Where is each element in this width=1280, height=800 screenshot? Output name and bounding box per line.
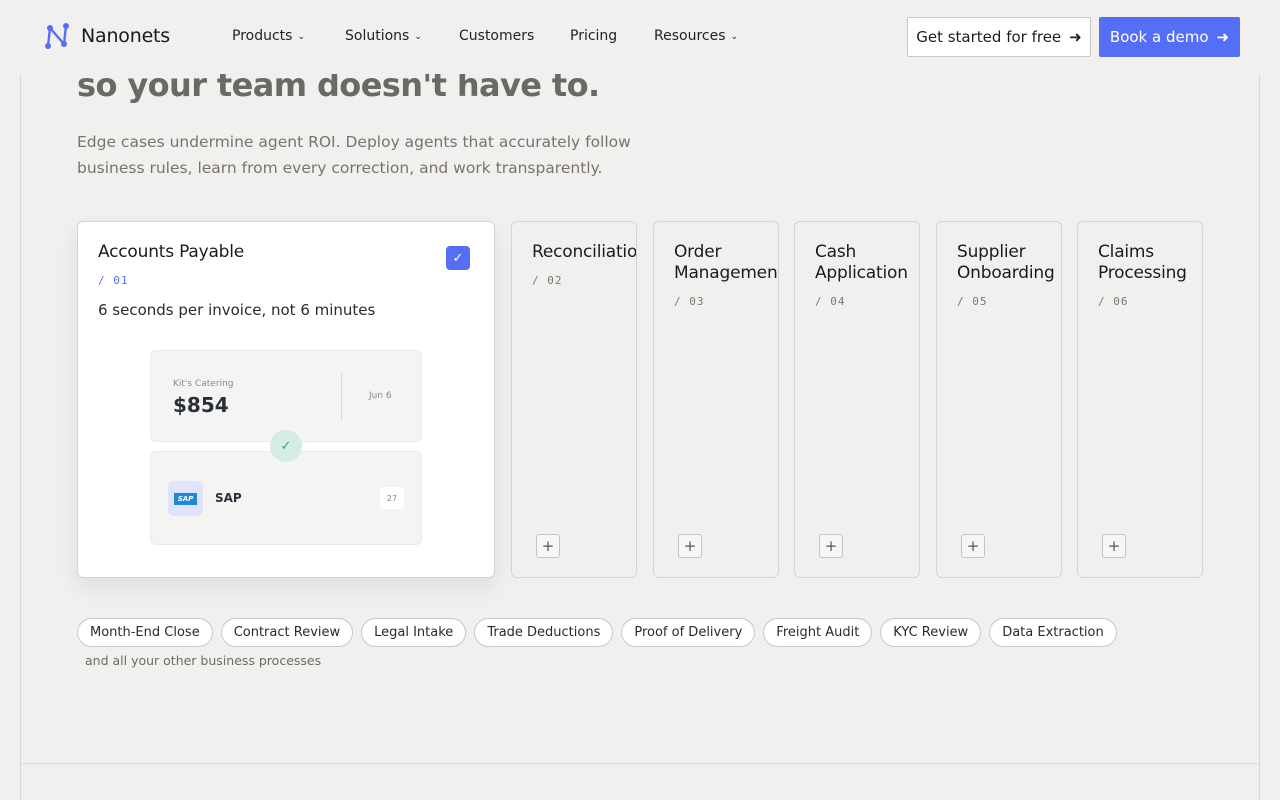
card-title: Cash Application — [815, 242, 908, 284]
arrow-right-icon: ➜ — [1069, 28, 1082, 46]
plus-icon[interactable]: + — [819, 534, 843, 558]
tag-trade-deductions[interactable]: Trade Deductions — [474, 618, 614, 647]
erp-label: SAP — [215, 491, 242, 505]
card-title: Order Management — [674, 242, 779, 284]
erp-sync: SAP SAP 27 — [150, 451, 422, 545]
card-title-line-2: Onboarding — [957, 263, 1055, 283]
plus-icon[interactable]: + — [678, 534, 702, 558]
hero-description: Edge cases undermine agent ROI. Deploy a… — [77, 133, 631, 177]
tag-freight-audit[interactable]: Freight Audit — [763, 618, 873, 647]
check-circle-icon: ✓ — [270, 430, 302, 462]
card-title: Accounts Payable — [98, 242, 245, 262]
nav-link-label: Pricing — [570, 28, 618, 44]
card-reconciliation[interactable]: Reconciliation / 02 + — [511, 221, 637, 578]
check-icon: ✓ — [452, 250, 464, 266]
get-started-label: Get started for free — [916, 28, 1062, 46]
get-started-button[interactable]: Get started for free ➜ — [907, 17, 1091, 57]
card-accounts-payable[interactable]: Accounts Payable / 01 6 seconds per invo… — [77, 221, 495, 578]
card-title-line-2: Application — [815, 263, 908, 283]
card-title: Claims Processing — [1098, 242, 1187, 284]
nav-link-label: Customers — [459, 28, 535, 44]
nav-link-products[interactable]: Products ⌄ — [232, 28, 345, 44]
card-cash-application[interactable]: Cash Application / 04 + — [794, 221, 920, 578]
tag-proof-of-delivery[interactable]: Proof of Delivery — [621, 618, 756, 647]
card-checkbox[interactable]: ✓ — [446, 246, 470, 270]
card-order-management[interactable]: Order Management / 03 + — [653, 221, 779, 578]
chevron-down-icon: ⌄ — [414, 32, 422, 42]
nanonets-logo-icon — [45, 23, 69, 49]
sap-logo-text: SAP — [173, 492, 198, 505]
card-title-line-1: Order — [674, 242, 722, 262]
invoice-date: Jun 6 — [369, 391, 392, 401]
tags-note: and all your other business processes — [85, 653, 322, 668]
tag-kyc-review[interactable]: KYC Review — [880, 618, 982, 647]
nav-link-solutions[interactable]: Solutions ⌄ — [345, 28, 459, 44]
nav-link-label: Resources — [654, 28, 726, 44]
card-title-line-1: Supplier — [957, 242, 1026, 262]
tag-legal-intake[interactable]: Legal Intake — [361, 618, 467, 647]
invoice-summary: Kit's Catering $854 Jun 6 — [150, 350, 422, 442]
brand-name: Nanonets — [81, 25, 171, 47]
card-number: / 04 — [815, 295, 846, 308]
card-supplier-onboarding[interactable]: Supplier Onboarding / 05 + — [936, 221, 1062, 578]
book-demo-button[interactable]: Book a demo ➜ — [1099, 17, 1240, 57]
plus-icon[interactable]: + — [961, 534, 985, 558]
nav-link-pricing[interactable]: Pricing — [570, 28, 654, 44]
card-number: / 02 — [532, 274, 563, 287]
nav-link-label: Products — [232, 28, 293, 44]
chevron-down-icon: ⌄ — [297, 32, 305, 42]
plus-icon[interactable]: + — [536, 534, 560, 558]
card-title-line-2: Management — [674, 263, 779, 283]
tag-month-end-close[interactable]: Month-End Close — [77, 618, 213, 647]
card-title: Reconciliation — [532, 242, 637, 262]
book-demo-label: Book a demo — [1109, 28, 1209, 46]
plus-icon[interactable]: + — [1102, 534, 1126, 558]
invoice-vendor: Kit's Catering — [173, 379, 234, 389]
process-tags: Month-End Close Contract Review Legal In… — [77, 618, 1117, 647]
nav-link-resources[interactable]: Resources ⌄ — [654, 28, 754, 44]
brand-logo[interactable]: Nanonets — [44, 22, 170, 50]
card-number: / 06 — [1098, 295, 1129, 308]
card-title: Supplier Onboarding — [957, 242, 1055, 284]
invoice-amount: $854 — [173, 393, 229, 417]
card-title-line-1: Cash — [815, 242, 857, 262]
erp-badge: 27 — [380, 487, 404, 509]
card-title-line-1: Claims — [1098, 242, 1154, 262]
content-frame-bottom — [20, 764, 1260, 800]
nav-links: Products ⌄ Solutions ⌄ Customers Pricing… — [232, 28, 754, 44]
sap-logo-icon: SAP — [168, 481, 203, 516]
invoice-divider — [341, 373, 342, 421]
card-number: / 01 — [98, 274, 129, 287]
nav-link-label: Solutions — [345, 28, 410, 44]
card-title-line-2: Processing — [1098, 263, 1187, 283]
tag-data-extraction[interactable]: Data Extraction — [989, 618, 1117, 647]
nav-link-customers[interactable]: Customers — [459, 28, 570, 44]
tag-contract-review[interactable]: Contract Review — [220, 618, 354, 647]
card-number: / 05 — [957, 295, 988, 308]
chevron-down-icon: ⌄ — [730, 32, 739, 42]
card-subtitle: 6 seconds per invoice, not 6 minutes — [98, 301, 376, 319]
card-claims-processing[interactable]: Claims Processing / 06 + — [1077, 221, 1203, 578]
card-number: / 03 — [674, 295, 705, 308]
arrow-right-icon: ➜ — [1216, 28, 1230, 46]
